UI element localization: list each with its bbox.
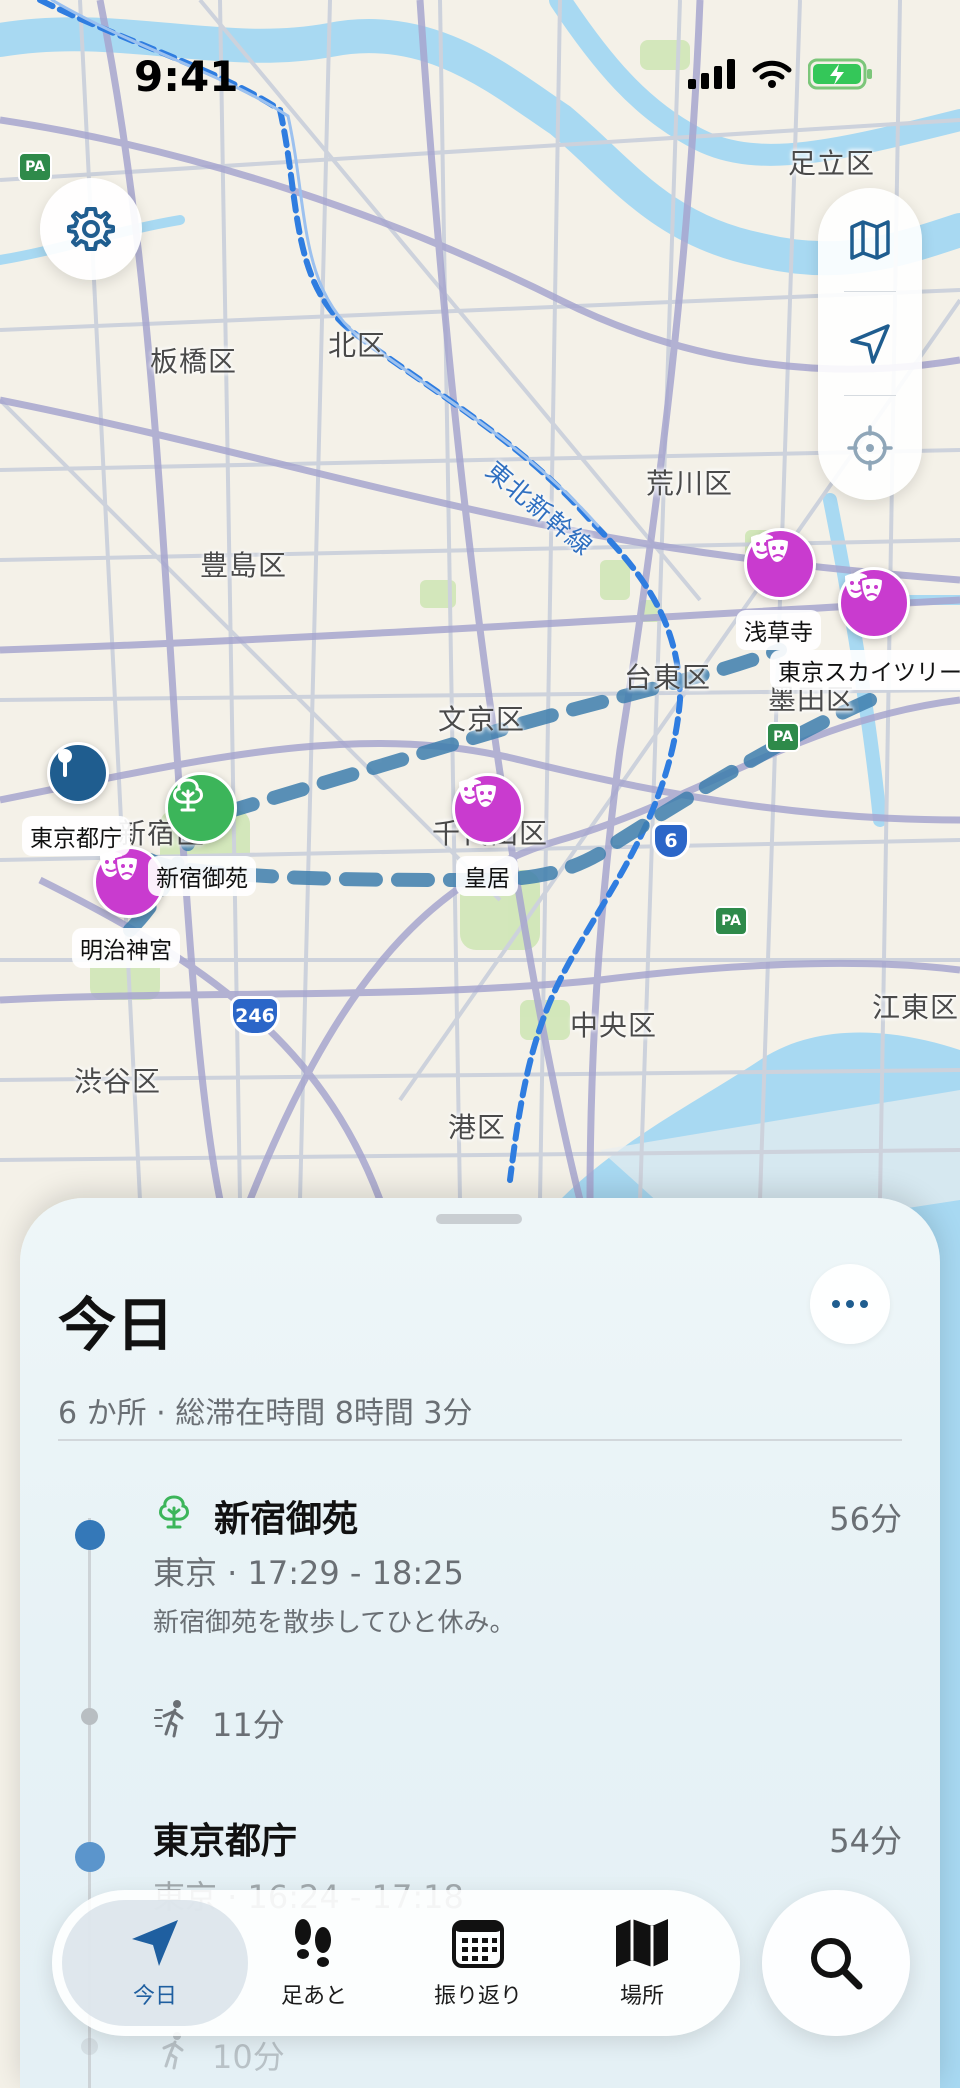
pin-label: 明治神宮 <box>72 928 180 968</box>
map-style-button[interactable] <box>818 188 922 292</box>
timeline-dot <box>75 1520 105 1550</box>
tab-review[interactable]: 振り返り <box>398 1900 558 2026</box>
status-time: 9:41 <box>134 52 239 101</box>
parking-badge: PA <box>714 906 748 936</box>
district-label: 中央区 <box>570 1009 658 1042</box>
visit-duration: 54分 <box>829 1822 902 1860</box>
walking-icon <box>154 1700 184 1738</box>
route-shield-6: 6 <box>652 822 690 860</box>
pin-kokyo[interactable] <box>452 773 524 845</box>
pin-sensoji[interactable] <box>744 528 816 600</box>
pin-label: 東京スカイツリー <box>770 650 960 690</box>
pin-label: 浅草寺 <box>736 610 821 650</box>
status-icons <box>688 58 874 90</box>
cellular-signal-icon <box>688 59 735 89</box>
calendar-icon <box>452 1920 504 1968</box>
theatre-icon <box>845 573 885 604</box>
pin-tocho[interactable] <box>47 742 109 804</box>
navigate-button[interactable] <box>818 292 922 396</box>
walking-icon <box>162 2032 184 2070</box>
sheet-grabber[interactable] <box>436 1214 522 1224</box>
district-label: 港区 <box>448 1111 507 1144</box>
sheet-title: 今日 <box>58 1291 175 1359</box>
footprints-icon <box>295 1919 331 1967</box>
pin-label: 皇居 <box>456 856 518 896</box>
theatre-icon <box>459 779 499 810</box>
crosshair-icon <box>847 425 893 471</box>
tab-label: 今日 <box>132 1984 177 2009</box>
tab-label: 場所 <box>619 1984 664 2009</box>
location-arrow-icon <box>850 324 890 364</box>
theatre-icon <box>751 534 791 565</box>
district-label: 荒川区 <box>646 467 734 500</box>
visit-duration: 56分 <box>829 1500 902 1538</box>
landmark-icon <box>58 749 72 777</box>
visit-note: 新宿御苑を散歩してひと休み。 <box>153 1608 516 1638</box>
map-controls <box>818 188 922 500</box>
district-label: 渋谷区 <box>74 1065 162 1098</box>
timeline-dot <box>81 2038 98 2055</box>
tree-icon <box>173 778 203 812</box>
route-shield-246: 246 <box>230 996 280 1036</box>
search-icon <box>811 1938 863 1990</box>
district-label: 文京区 <box>438 703 526 736</box>
search-button[interactable] <box>762 1890 910 2036</box>
timeline-dot <box>75 1842 105 1872</box>
map-icon <box>850 220 890 260</box>
district-label: 豊島区 <box>200 549 288 582</box>
district-label: 北区 <box>328 329 387 362</box>
timeline-dot <box>81 1708 98 1725</box>
map-icon <box>616 1919 668 1967</box>
place-name: 新宿御苑 <box>214 1499 359 1540</box>
settings-button[interactable] <box>40 178 142 280</box>
tab-places[interactable]: 場所 <box>562 1900 722 2026</box>
wifi-icon <box>752 60 792 88</box>
travel-duration: 11分 <box>212 1706 285 1744</box>
travel-duration: 10分 <box>212 2038 285 2076</box>
tab-today[interactable]: 今日 <box>62 1900 248 2026</box>
visit-meta: 東京 · 17:29 - 18:25 <box>153 1554 464 1592</box>
tab-label: 振り返り <box>433 1984 522 2009</box>
tab-bar: 今日 足あと 振り返り 場所 <box>52 1890 740 2036</box>
tab-label: 足あと <box>280 1984 347 2009</box>
gear-icon <box>67 207 115 251</box>
place-name: 東京都庁 <box>153 1821 298 1862</box>
divider <box>58 1439 902 1441</box>
district-label: 台東区 <box>624 661 712 694</box>
tab-footprints[interactable]: 足あと <box>234 1900 394 2026</box>
pin-label: 東京都庁 <box>22 816 130 856</box>
pin-skytree[interactable] <box>838 567 910 639</box>
parking-badge: PA <box>766 722 800 752</box>
day-summary: 6 か所 · 総滞在時間 8時間 3分 <box>58 1396 473 1431</box>
battery-charging-icon <box>808 58 872 90</box>
district-label: 足立区 <box>788 147 876 180</box>
district-label: 板橋区 <box>150 345 238 378</box>
more-options-button[interactable] <box>810 1264 890 1344</box>
location-arrow-icon <box>132 1920 178 1966</box>
parking-badge: PA <box>18 152 52 182</box>
district-label: 江東区 <box>872 991 960 1024</box>
ellipsis-icon <box>832 1300 868 1308</box>
pin-label: 新宿御苑 <box>148 856 256 896</box>
recenter-button[interactable] <box>818 396 922 500</box>
tree-icon <box>159 1495 189 1529</box>
pin-gyoen[interactable] <box>165 772 237 844</box>
